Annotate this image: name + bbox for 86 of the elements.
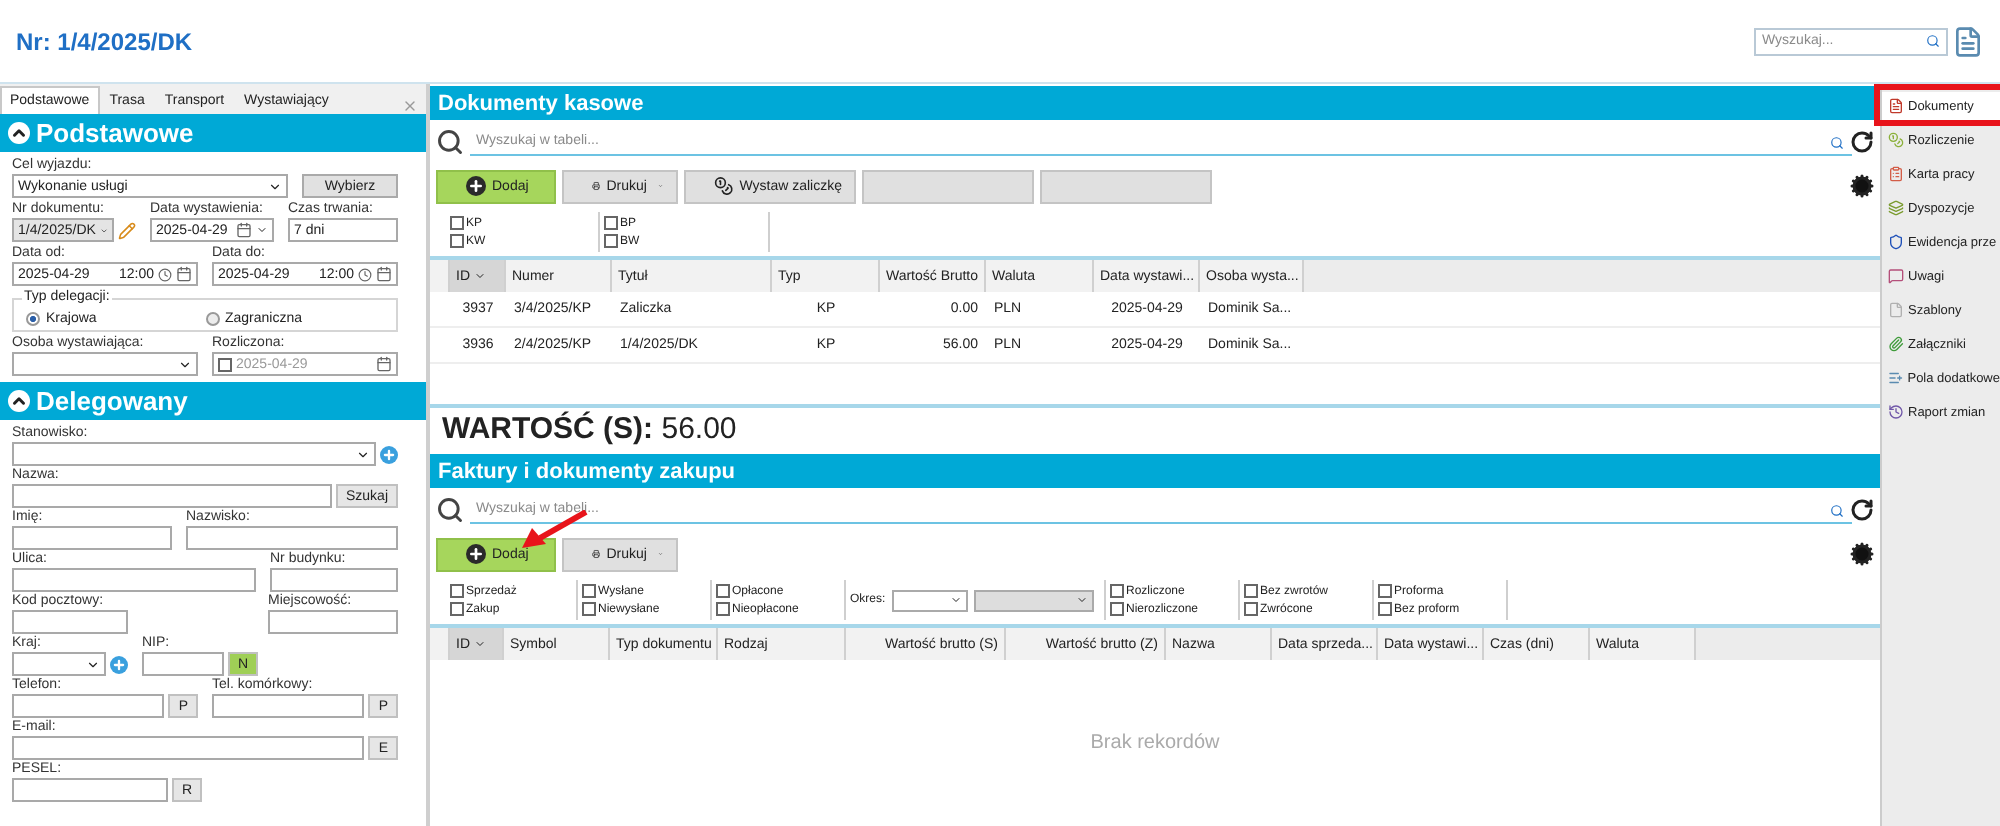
section-title: Podstawowe bbox=[36, 118, 194, 148]
pencil-icon[interactable] bbox=[118, 221, 136, 239]
list-icon bbox=[1888, 370, 1904, 386]
message-icon bbox=[1888, 268, 1904, 284]
checkbox[interactable] bbox=[604, 216, 618, 230]
layers-icon bbox=[1888, 200, 1904, 216]
chevron-down-icon bbox=[99, 223, 108, 237]
text-field[interactable] bbox=[12, 736, 365, 760]
chevron-down-icon bbox=[86, 657, 100, 671]
dropdown-field[interactable] bbox=[891, 589, 968, 611]
chevron-down-icon bbox=[268, 179, 282, 193]
search-icon bbox=[436, 496, 464, 524]
calendar-icon[interactable] bbox=[236, 222, 252, 238]
printer-icon bbox=[592, 176, 601, 196]
chevron-down-icon bbox=[178, 357, 192, 371]
shield-icon bbox=[1888, 234, 1904, 250]
radio-button[interactable] bbox=[205, 312, 219, 326]
page-icon bbox=[1888, 302, 1904, 318]
checkbox[interactable] bbox=[1244, 602, 1258, 616]
section-title: Delegowany bbox=[36, 386, 188, 416]
calendar-icon[interactable] bbox=[376, 266, 392, 282]
document-icon[interactable] bbox=[1952, 25, 1984, 57]
checkbox[interactable] bbox=[716, 602, 730, 616]
coins-icon bbox=[1888, 132, 1904, 148]
chevron-down-icon bbox=[949, 594, 962, 606]
checkbox[interactable] bbox=[1110, 602, 1124, 616]
paperclip-icon bbox=[1888, 336, 1904, 352]
text-field[interactable] bbox=[186, 526, 398, 550]
text-field[interactable] bbox=[212, 694, 365, 718]
coins-icon bbox=[714, 176, 734, 196]
empty-message: Brak rekordów bbox=[1090, 732, 1220, 754]
clock-icon[interactable] bbox=[158, 267, 172, 281]
document-icon bbox=[1888, 98, 1904, 114]
panel-title: Faktury i dokumenty zakupu bbox=[430, 454, 1880, 488]
settings-icon[interactable] bbox=[1850, 174, 1874, 198]
checkbox[interactable] bbox=[450, 602, 464, 616]
checkbox[interactable] bbox=[450, 234, 464, 248]
checkbox[interactable] bbox=[1378, 602, 1392, 616]
settings-icon[interactable] bbox=[1850, 542, 1874, 566]
dropdown-field[interactable] bbox=[12, 352, 198, 376]
text-field[interactable] bbox=[12, 484, 332, 508]
text-field[interactable] bbox=[268, 610, 398, 634]
text-field[interactable] bbox=[12, 610, 128, 634]
add-icon[interactable] bbox=[110, 655, 128, 673]
checkbox[interactable] bbox=[1244, 584, 1258, 598]
dropdown-field[interactable] bbox=[12, 442, 376, 466]
collapse-icon[interactable] bbox=[8, 390, 30, 412]
text-field[interactable] bbox=[270, 568, 398, 592]
add-icon[interactable] bbox=[380, 445, 398, 463]
checkbox[interactable] bbox=[716, 584, 730, 598]
search-icon bbox=[436, 128, 464, 156]
collapse-icon[interactable] bbox=[8, 122, 30, 144]
plus-icon bbox=[466, 544, 486, 564]
text-field[interactable] bbox=[12, 568, 256, 592]
chevron-down-icon bbox=[356, 447, 370, 461]
checkbox[interactable] bbox=[582, 584, 596, 598]
checkbox[interactable] bbox=[450, 216, 464, 230]
window-title: Nr: 1/4/2025/DK bbox=[16, 27, 193, 55]
history-icon bbox=[1888, 404, 1904, 420]
refresh-icon[interactable] bbox=[1850, 130, 1874, 154]
calendar-icon[interactable] bbox=[176, 266, 192, 282]
panel-title: Dokumenty kasowe bbox=[430, 86, 1880, 120]
plus-icon bbox=[466, 176, 486, 196]
checkbox[interactable] bbox=[604, 234, 618, 248]
dropdown-field[interactable] bbox=[973, 589, 1094, 611]
dropdown-field[interactable] bbox=[12, 652, 106, 676]
chevron-down-icon bbox=[1075, 594, 1088, 606]
text-field[interactable] bbox=[142, 652, 224, 676]
sort-caret-icon bbox=[474, 638, 486, 650]
calendar-icon[interactable] bbox=[376, 356, 392, 372]
sort-caret-icon bbox=[474, 270, 486, 282]
checkbox[interactable] bbox=[1110, 584, 1124, 598]
clipboard-icon bbox=[1888, 166, 1904, 182]
checkbox[interactable] bbox=[218, 357, 232, 371]
chevron-down-icon bbox=[256, 224, 268, 236]
printer-icon bbox=[592, 544, 601, 564]
text-field[interactable] bbox=[12, 694, 165, 718]
radio-button[interactable] bbox=[26, 312, 40, 326]
total-value: WARTOŚĆ (S): 56.00 bbox=[440, 409, 739, 450]
refresh-icon[interactable] bbox=[1850, 498, 1874, 522]
clock-icon[interactable] bbox=[358, 267, 372, 281]
checkbox[interactable] bbox=[450, 584, 464, 598]
checkbox[interactable] bbox=[1378, 584, 1392, 598]
checkbox[interactable] bbox=[582, 602, 596, 616]
text-field[interactable] bbox=[12, 778, 168, 802]
text-field[interactable] bbox=[12, 526, 172, 550]
